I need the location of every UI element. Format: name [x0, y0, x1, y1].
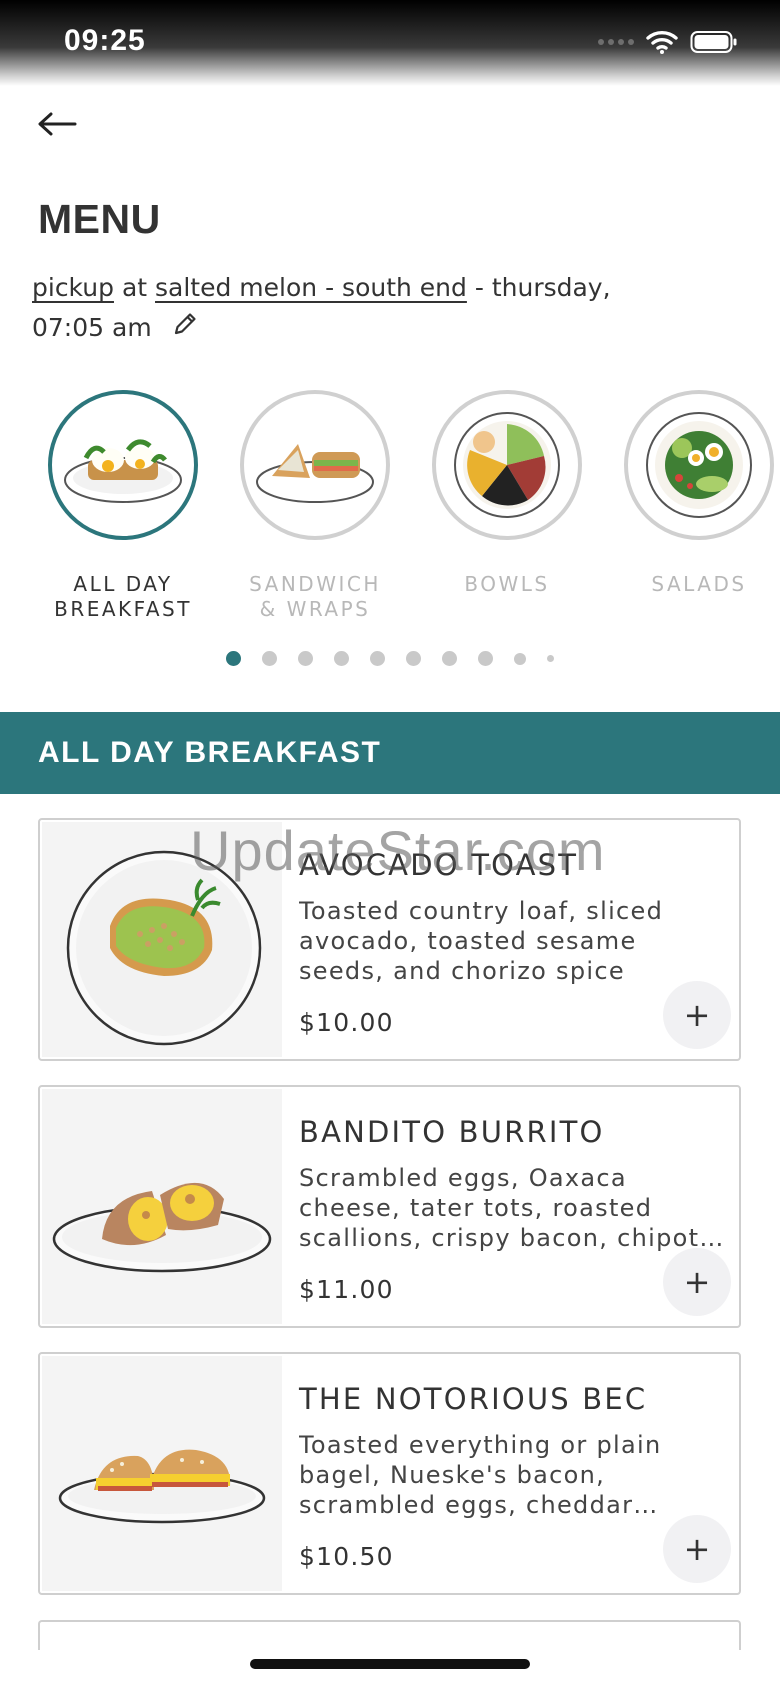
- signal-icon: [598, 39, 634, 45]
- category-label: BOWLS: [464, 572, 550, 596]
- item-price: $10.00: [299, 1008, 394, 1037]
- wifi-icon: [646, 31, 678, 54]
- category-label: SANDWICH & WRAPS: [249, 572, 381, 621]
- order-mode-link[interactable]: pickup: [32, 273, 114, 302]
- pencil-icon: [174, 313, 196, 335]
- section-title: ALL DAY BREAKFAST: [38, 736, 382, 769]
- item-image: [42, 822, 282, 1057]
- category-image: [432, 390, 582, 540]
- add-to-cart-button[interactable]: +: [663, 1248, 731, 1316]
- page-dot[interactable]: [406, 651, 421, 666]
- category-image: [240, 390, 390, 540]
- add-to-cart-button[interactable]: +: [663, 1515, 731, 1583]
- page-dot[interactable]: [262, 651, 277, 666]
- pickup-info: pickup at salted melon - south end - thu…: [32, 268, 672, 349]
- status-time: 09:25: [64, 24, 146, 57]
- plus-icon: +: [683, 1530, 711, 1568]
- item-name: AVOCADO TOAST: [299, 848, 579, 882]
- menu-item-card[interactable]: BANDITO BURRITO Scrambled eggs, Oaxaca c…: [38, 1085, 741, 1328]
- edit-pickup-button[interactable]: [172, 309, 198, 349]
- item-image: [42, 1089, 282, 1324]
- plus-icon: +: [683, 996, 711, 1034]
- page-dot[interactable]: [547, 655, 554, 662]
- menu-item-card[interactable]: THE NOTORIOUS BEC Toasted everything or …: [38, 1352, 741, 1595]
- section-header: ALL DAY BREAKFAST: [0, 712, 780, 794]
- item-name: THE NOTORIOUS BEC: [299, 1382, 648, 1416]
- category-salads[interactable]: SALADS: [604, 390, 780, 597]
- page-dot[interactable]: [478, 651, 493, 666]
- category-image: [48, 390, 198, 540]
- page-dot[interactable]: [370, 651, 385, 666]
- plus-icon: +: [683, 1263, 711, 1301]
- category-label: SALADS: [651, 572, 747, 596]
- battery-icon: [690, 31, 737, 53]
- item-image: [42, 1356, 282, 1591]
- carousel-pagination: [0, 651, 780, 666]
- page-dot[interactable]: [298, 651, 313, 666]
- pickup-at-text: at: [121, 273, 148, 302]
- category-carousel[interactable]: ALL DAY BREAKFAST SANDWICH & WRAPS BOWLS…: [28, 390, 780, 630]
- item-description: Toasted country loaf, sliced avocado, to…: [299, 897, 664, 985]
- page-title: MENU: [38, 196, 161, 242]
- item-price: $11.00: [299, 1275, 394, 1304]
- arrow-left-icon: [38, 112, 77, 136]
- back-button[interactable]: [34, 104, 80, 144]
- item-price: $10.50: [299, 1542, 394, 1571]
- category-sandwich-wraps[interactable]: SANDWICH & WRAPS: [220, 390, 410, 622]
- page-dot[interactable]: [226, 651, 241, 666]
- category-label: ALL DAY BREAKFAST: [54, 572, 192, 621]
- status-icons: [598, 30, 738, 54]
- category-bowls[interactable]: BOWLS: [412, 390, 602, 597]
- item-name: BANDITO BURRITO: [299, 1115, 605, 1149]
- status-bar: 09:25: [0, 0, 780, 86]
- item-description: Toasted everything or plain bagel, Nuesk…: [299, 1431, 662, 1519]
- page-dot[interactable]: [514, 652, 526, 665]
- page-dot[interactable]: [442, 651, 457, 666]
- add-to-cart-button[interactable]: +: [663, 981, 731, 1049]
- location-link[interactable]: salted melon - south end: [155, 273, 467, 302]
- menu-item-card-peek[interactable]: [38, 1620, 741, 1650]
- category-image: [624, 390, 774, 540]
- item-description: Scrambled eggs, Oaxaca cheese, tater tot…: [299, 1164, 724, 1252]
- category-all-day-breakfast[interactable]: ALL DAY BREAKFAST: [28, 390, 218, 622]
- page-dot[interactable]: [334, 651, 349, 666]
- menu-item-card[interactable]: AVOCADO TOAST Toasted country loaf, slic…: [38, 818, 741, 1061]
- home-indicator[interactable]: [250, 1659, 530, 1669]
